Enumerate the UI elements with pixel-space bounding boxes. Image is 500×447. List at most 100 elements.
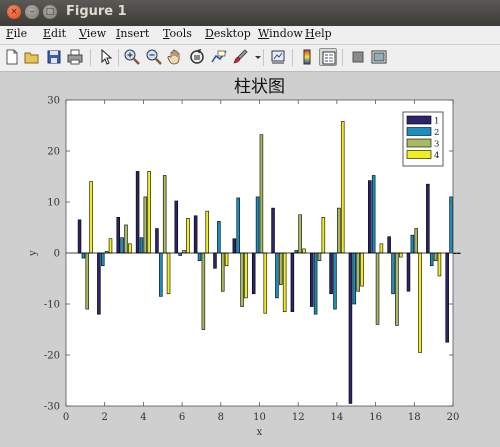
bar-series-4-x-20[interactable]: [457, 252, 461, 254]
menu-tools[interactable]: Tools: [163, 27, 192, 40]
menu-window[interactable]: Window: [258, 27, 303, 40]
bar-series-2-x-20[interactable]: [449, 196, 453, 254]
bar-series-3-x-3[interactable]: [124, 224, 128, 254]
pan-hand-icon[interactable]: [166, 48, 184, 66]
bar-series-2-x-1[interactable]: [81, 252, 86, 259]
menu-help[interactable]: Help: [305, 27, 332, 40]
bar-series-2-x-9[interactable]: [236, 197, 240, 254]
bar-series-1-x-2[interactable]: [97, 252, 101, 315]
bar-series-1-x-18[interactable]: [406, 252, 411, 292]
menu-view[interactable]: View: [79, 27, 106, 40]
pointer-arrow-icon[interactable]: [96, 48, 114, 66]
bar-series-2-x-8[interactable]: [217, 221, 221, 254]
bar-series-3-x-20[interactable]: [453, 252, 457, 254]
bar-series-1-x-9[interactable]: [232, 238, 237, 254]
bar-series-4-x-19[interactable]: [437, 252, 442, 277]
bar-chart[interactable]: 柱状图 0 2 4 6 8 10 12 14 16 18 20-30-20-100102030 x …: [0, 72, 500, 447]
bar-series-2-x-18[interactable]: [410, 234, 415, 254]
colorbar-icon[interactable]: [298, 48, 316, 66]
bar-series-3-x-1[interactable]: [85, 252, 90, 310]
bar-series-1-x-14[interactable]: [329, 252, 333, 295]
bar-series-1-x-5[interactable]: [155, 228, 159, 254]
bar-series-4-x-14[interactable]: [340, 121, 345, 254]
bar-series-2-x-2[interactable]: [101, 252, 105, 267]
bar-series-1-x-4[interactable]: [135, 171, 140, 254]
bar-series-4-x-11[interactable]: [282, 252, 287, 312]
bar-series-3-x-8[interactable]: [220, 252, 225, 292]
bar-series-1-x-17[interactable]: [387, 236, 391, 254]
zoom-in-icon[interactable]: [123, 48, 141, 66]
bar-series-4-x-16[interactable]: [379, 243, 384, 254]
bar-series-3-x-12[interactable]: [298, 214, 302, 254]
data-cursor-icon[interactable]: [210, 48, 228, 66]
bar-series-4-x-8[interactable]: [224, 252, 229, 267]
bar-series-4-x-5[interactable]: [166, 252, 171, 295]
bar-series-1-x-12[interactable]: [290, 252, 295, 312]
bar-series-4-x-12[interactable]: [302, 248, 306, 254]
bar-series-2-x-15[interactable]: [352, 252, 357, 305]
bar-series-3-x-5[interactable]: [162, 175, 167, 254]
bar-series-2-x-5[interactable]: [159, 252, 163, 297]
menu-edit[interactable]: Edit: [43, 27, 66, 40]
print-icon[interactable]: [66, 48, 84, 66]
bar-series-4-x-2[interactable]: [108, 238, 113, 254]
bar-series-2-x-11[interactable]: [275, 252, 279, 299]
bar-series-1-x-11[interactable]: [271, 207, 275, 254]
bar-series-2-x-4[interactable]: [139, 237, 144, 254]
open-file-icon[interactable]: [23, 48, 41, 66]
show-plot-tools-icon[interactable]: [370, 48, 388, 66]
bar-series-1-x-20[interactable]: [445, 252, 449, 343]
new-figure-icon[interactable]: [3, 48, 21, 66]
bar-series-2-x-7[interactable]: [197, 252, 202, 261]
bar-series-3-x-13[interactable]: [317, 252, 322, 261]
zoom-out-icon[interactable]: [145, 48, 163, 66]
bar-series-2-x-14[interactable]: [333, 252, 337, 310]
bar-series-3-x-4[interactable]: [143, 196, 148, 254]
bar-series-1-x-19[interactable]: [426, 183, 430, 254]
bar-series-1-x-10[interactable]: [251, 252, 256, 295]
bar-series-4-x-1[interactable]: [89, 181, 93, 254]
bar-series-3-x-9[interactable]: [240, 252, 244, 307]
bar-series-4-x-3[interactable]: [128, 243, 132, 254]
rotate-3d-icon[interactable]: [188, 48, 206, 66]
legend-icon[interactable]: [319, 48, 337, 66]
bar-series-1-x-16[interactable]: [368, 180, 372, 254]
bar-series-2-x-3[interactable]: [120, 237, 124, 254]
bar-series-3-x-17[interactable]: [395, 252, 399, 326]
link-plot-icon[interactable]: [269, 48, 287, 66]
bar-series-1-x-8[interactable]: [213, 252, 217, 269]
bar-series-4-x-4[interactable]: [147, 171, 151, 254]
bar-series-4-x-15[interactable]: [360, 252, 364, 287]
bar-series-1-x-13[interactable]: [309, 252, 314, 307]
bar-series-3-x-18[interactable]: [414, 228, 418, 254]
bar-series-3-x-7[interactable]: [201, 252, 206, 330]
bar-series-3-x-10[interactable]: [259, 134, 264, 254]
bar-series-3-x-11[interactable]: [279, 252, 283, 285]
bar-series-4-x-18[interactable]: [418, 252, 422, 353]
bar-series-2-x-10[interactable]: [255, 196, 260, 254]
bar-series-1-x-15[interactable]: [348, 252, 353, 404]
hide-plot-tools-icon[interactable]: [349, 48, 367, 66]
bar-series-1-x-7[interactable]: [193, 215, 198, 254]
bar-series-4-x-17[interactable]: [398, 252, 403, 258]
brush-dropdown-icon[interactable]: [249, 48, 261, 66]
bar-series-4-x-13[interactable]: [321, 217, 326, 254]
bar-series-3-x-16[interactable]: [375, 252, 380, 325]
brush-icon[interactable]: [231, 48, 249, 66]
save-icon[interactable]: [45, 48, 63, 66]
bar-series-4-x-9[interactable]: [244, 252, 248, 299]
bar-series-2-x-17[interactable]: [391, 252, 395, 295]
menu-file[interactable]: File: [6, 27, 27, 40]
maximize-window-icon[interactable]: □: [43, 5, 57, 19]
bar-series-1-x-3[interactable]: [116, 217, 120, 254]
bar-series-3-x-14[interactable]: [337, 207, 341, 254]
close-window-icon[interactable]: ×: [7, 5, 21, 19]
bar-series-4-x-10[interactable]: [263, 252, 268, 314]
bar-series-4-x-6[interactable]: [186, 218, 190, 254]
bar-series-3-x-15[interactable]: [356, 252, 360, 292]
legend[interactable]: 12 34: [402, 111, 444, 167]
minimize-window-icon[interactable]: –: [25, 5, 39, 19]
menu-desktop[interactable]: Desktop: [205, 27, 251, 40]
bar-series-4-x-7[interactable]: [205, 210, 210, 254]
bar-series-2-x-13[interactable]: [313, 252, 318, 315]
